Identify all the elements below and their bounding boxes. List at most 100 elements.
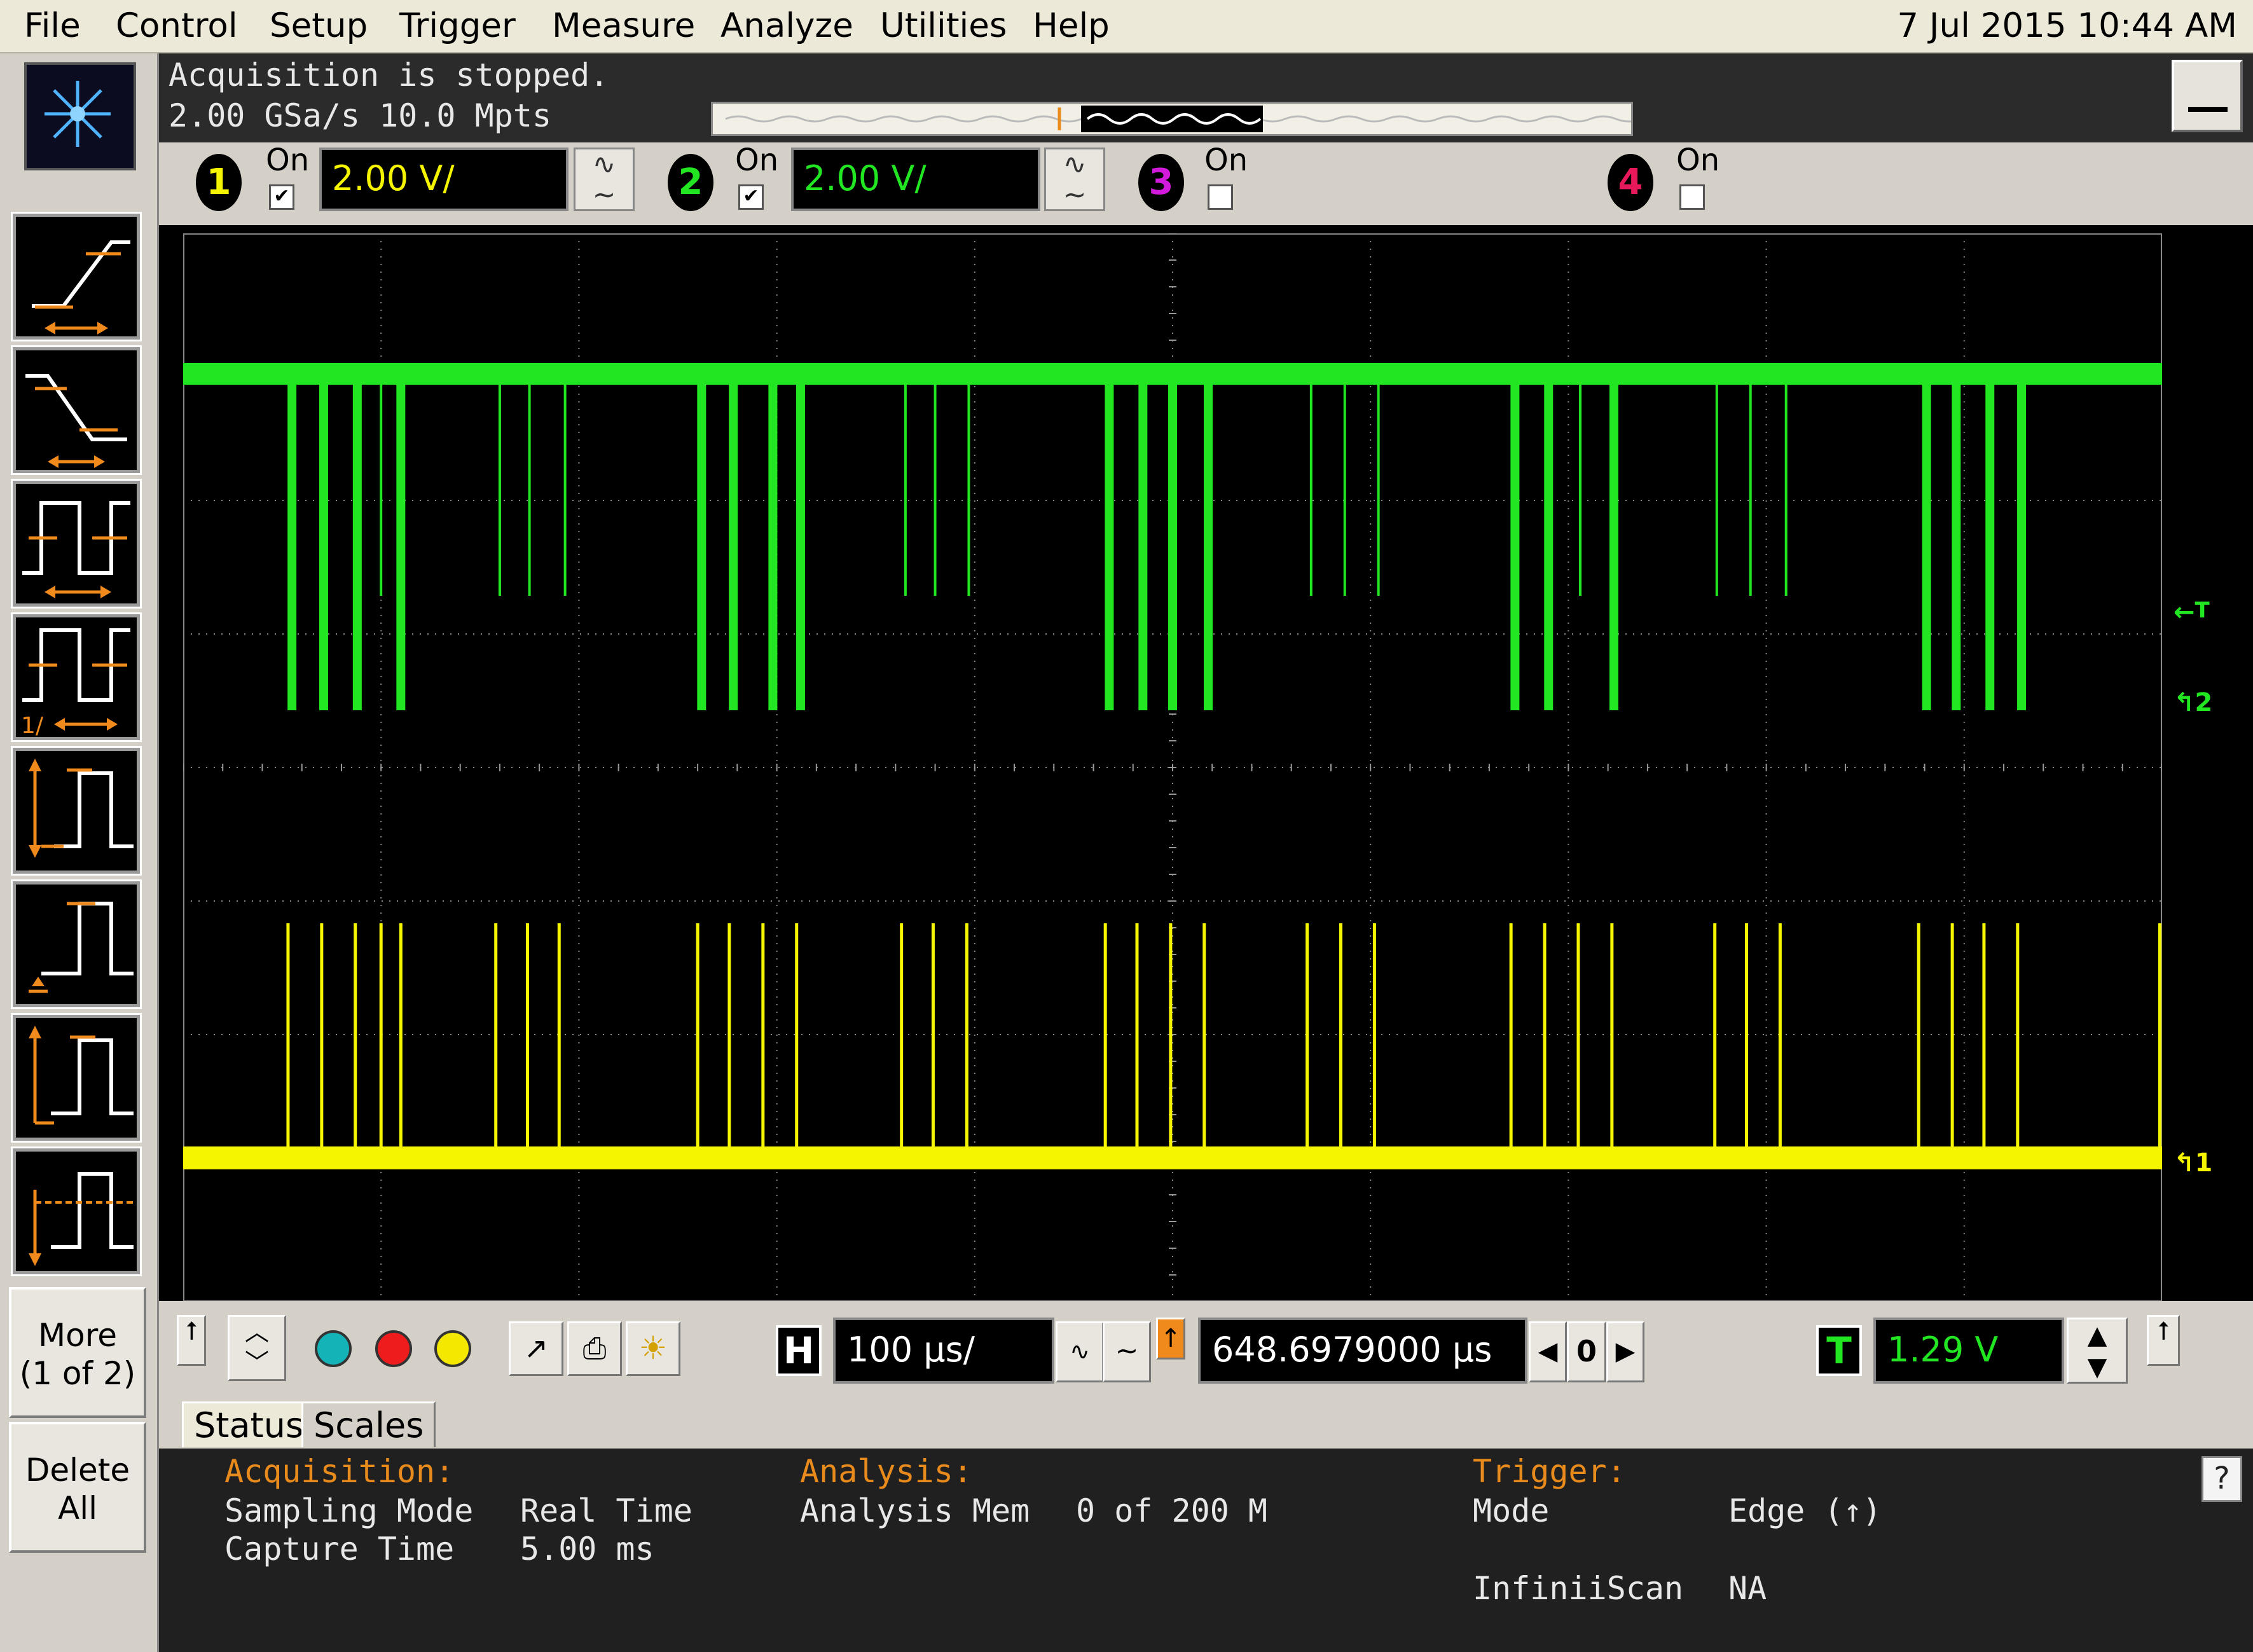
timebase-down-icon[interactable]: ∿ bbox=[1056, 1321, 1104, 1382]
channel-1-pulse-21 bbox=[1372, 923, 1376, 1157]
channel-2-pulse-2 bbox=[352, 372, 362, 710]
channel-1-pulse-17 bbox=[1169, 923, 1173, 1157]
trigger-level-stepper[interactable]: ▲ ▼ bbox=[2067, 1318, 2128, 1384]
agilent-logo-icon[interactable] bbox=[24, 62, 136, 170]
menu-control[interactable]: Control bbox=[116, 5, 238, 47]
delay-field[interactable]: 648.6979000 µs bbox=[1198, 1318, 1527, 1384]
channel-2-pulse-12 bbox=[796, 372, 805, 710]
channel-1-pulse-19 bbox=[1306, 923, 1309, 1157]
stop-single-arrow-button[interactable]: ⭡ bbox=[177, 1315, 206, 1366]
channel-1-pulse-29 bbox=[1917, 923, 1920, 1157]
minimize-icon bbox=[2188, 107, 2228, 112]
delay-reference[interactable]: 0 bbox=[1567, 1321, 1606, 1382]
channel-2-pulse-17 bbox=[1138, 372, 1148, 710]
delete-all-button[interactable]: Delete All bbox=[9, 1422, 146, 1553]
menu-setup[interactable]: Setup bbox=[270, 5, 368, 47]
horizontal-label: H bbox=[776, 1325, 822, 1376]
trigger-arrow-button[interactable]: ⭡ bbox=[2147, 1315, 2180, 1366]
channel-1-pulse-27 bbox=[1744, 923, 1748, 1157]
channel-4-button[interactable]: 4 bbox=[1608, 154, 1653, 211]
timebase-up-icon[interactable]: ∼ bbox=[1103, 1321, 1151, 1382]
channel-1-pulse-1 bbox=[320, 923, 324, 1157]
more-button[interactable]: More (1 of 2) bbox=[9, 1287, 146, 1418]
channel-2-pulse-23 bbox=[1510, 372, 1520, 710]
channel-3-on-checkbox[interactable] bbox=[1208, 184, 1233, 210]
channel-1-pulse-9 bbox=[727, 923, 731, 1157]
channel-4-on-checkbox[interactable] bbox=[1679, 184, 1705, 210]
rise-time-measure-button[interactable] bbox=[11, 212, 142, 341]
channel-1-pulse-24 bbox=[1576, 923, 1580, 1157]
menu-help[interactable]: Help bbox=[1033, 5, 1110, 47]
top-measure-button[interactable] bbox=[11, 1013, 142, 1143]
channel-1-pulse-7 bbox=[557, 923, 561, 1157]
channel-1-pulse-31 bbox=[1982, 923, 1986, 1157]
channel-1-pulse-32 bbox=[2016, 923, 2020, 1157]
channel-1-ground-marker[interactable]: ↰1 bbox=[2174, 1148, 2212, 1178]
frequency-measure-button[interactable]: 1/ bbox=[11, 612, 142, 742]
trigger-marker-label: T bbox=[2194, 598, 2210, 623]
channel-1-button[interactable]: 1 bbox=[196, 154, 242, 211]
channel-2-marker-label: 2 bbox=[2194, 688, 2213, 717]
channel-2-pulse-9 bbox=[729, 372, 738, 710]
scroll-stepper-icon[interactable]: ︿ ﹀ bbox=[228, 1315, 286, 1381]
print-icon[interactable]: ⎙ bbox=[567, 1321, 622, 1376]
menu-analyze[interactable]: Analyze bbox=[720, 5, 853, 47]
minimize-button[interactable] bbox=[2172, 60, 2243, 132]
menu-utilities[interactable]: Utilities bbox=[880, 5, 1007, 47]
tab-status[interactable]: Status bbox=[182, 1401, 316, 1447]
help-button[interactable]: ? bbox=[2201, 1456, 2242, 1502]
analysis-mem-label: Analysis Mem bbox=[800, 1492, 1030, 1529]
channel-1-baseline bbox=[183, 1146, 2162, 1169]
trigger-position-icon[interactable]: ↑ bbox=[1156, 1318, 1185, 1359]
channel-1-scale-stepper[interactable]: ∿ ∼ bbox=[574, 148, 635, 211]
infiniiscan-label: InfiniiScan bbox=[1473, 1570, 1684, 1607]
maximum-measure-button[interactable] bbox=[11, 879, 142, 1009]
single-button[interactable] bbox=[434, 1330, 471, 1367]
channel-2-pulse-7 bbox=[563, 372, 567, 596]
left-toolbar: 1/ More (1 of 2) Delete All bbox=[0, 53, 159, 1652]
fall-time-measure-button[interactable] bbox=[11, 345, 142, 475]
channel-1-on-checkbox[interactable]: ✔ bbox=[269, 184, 294, 210]
run-button[interactable] bbox=[315, 1330, 352, 1367]
channel-2-ground-marker[interactable]: ↰2 bbox=[2174, 688, 2212, 717]
channel-2-pulse-16 bbox=[1105, 372, 1114, 710]
more-page-label: (1 of 2) bbox=[19, 1355, 136, 1392]
channel-2-pulse-8 bbox=[697, 372, 706, 710]
channel-1-pulse-22 bbox=[1509, 923, 1513, 1157]
stop-button[interactable] bbox=[375, 1330, 412, 1367]
menu-file[interactable]: File bbox=[24, 5, 81, 47]
channel-1-pulse-12 bbox=[900, 923, 904, 1157]
delay-right-icon[interactable]: ▶ bbox=[1606, 1321, 1644, 1382]
channel-2-scale[interactable]: 2.00 V/ bbox=[791, 148, 1040, 211]
channel-2-pulse-20 bbox=[1309, 372, 1313, 596]
channel-2-button[interactable]: 2 bbox=[668, 154, 713, 211]
brightness-icon[interactable]: ☀ bbox=[626, 1321, 680, 1376]
channel-1-pulse-6 bbox=[525, 923, 529, 1157]
channel-1-pulse-25 bbox=[1610, 923, 1614, 1157]
channel-1-pulse-5 bbox=[494, 923, 498, 1157]
base-measure-button[interactable] bbox=[11, 1146, 142, 1276]
channel-1-pulse-15 bbox=[1103, 923, 1107, 1157]
channel-2-pulse-1 bbox=[319, 372, 328, 710]
amplitude-measure-button[interactable] bbox=[11, 746, 142, 876]
timebase-field[interactable]: 100 µs/ bbox=[833, 1318, 1054, 1384]
channel-2-on-checkbox[interactable]: ✔ bbox=[738, 184, 764, 210]
trigger-level-marker[interactable]: ←T bbox=[2174, 598, 2210, 627]
channel-2-pulse-10 bbox=[768, 372, 778, 710]
trigger-mode-label: Mode bbox=[1473, 1492, 1550, 1529]
autoscale-icon[interactable]: ↗ bbox=[509, 1321, 563, 1376]
trigger-level-field[interactable]: 1.29 V bbox=[1873, 1318, 2064, 1384]
memory-view-window[interactable] bbox=[1081, 106, 1263, 132]
channel-3-button[interactable]: 3 bbox=[1138, 154, 1184, 211]
channel-1-pulse-26 bbox=[1713, 923, 1717, 1157]
tab-scales[interactable]: Scales bbox=[301, 1401, 436, 1447]
channel-1-scale[interactable]: 2.00 V/ bbox=[319, 148, 568, 211]
channel-1-pulse-4 bbox=[399, 923, 403, 1157]
menu-measure[interactable]: Measure bbox=[552, 5, 695, 47]
sampling-mode-value: Real Time bbox=[520, 1492, 692, 1529]
menu-trigger[interactable]: Trigger bbox=[399, 5, 516, 47]
channel-2-scale-stepper[interactable]: ∿ ∼ bbox=[1044, 148, 1105, 211]
delay-left-icon[interactable]: ◀ bbox=[1529, 1321, 1567, 1382]
period-measure-button[interactable] bbox=[11, 479, 142, 609]
channel-1-edge bbox=[2158, 923, 2161, 1157]
